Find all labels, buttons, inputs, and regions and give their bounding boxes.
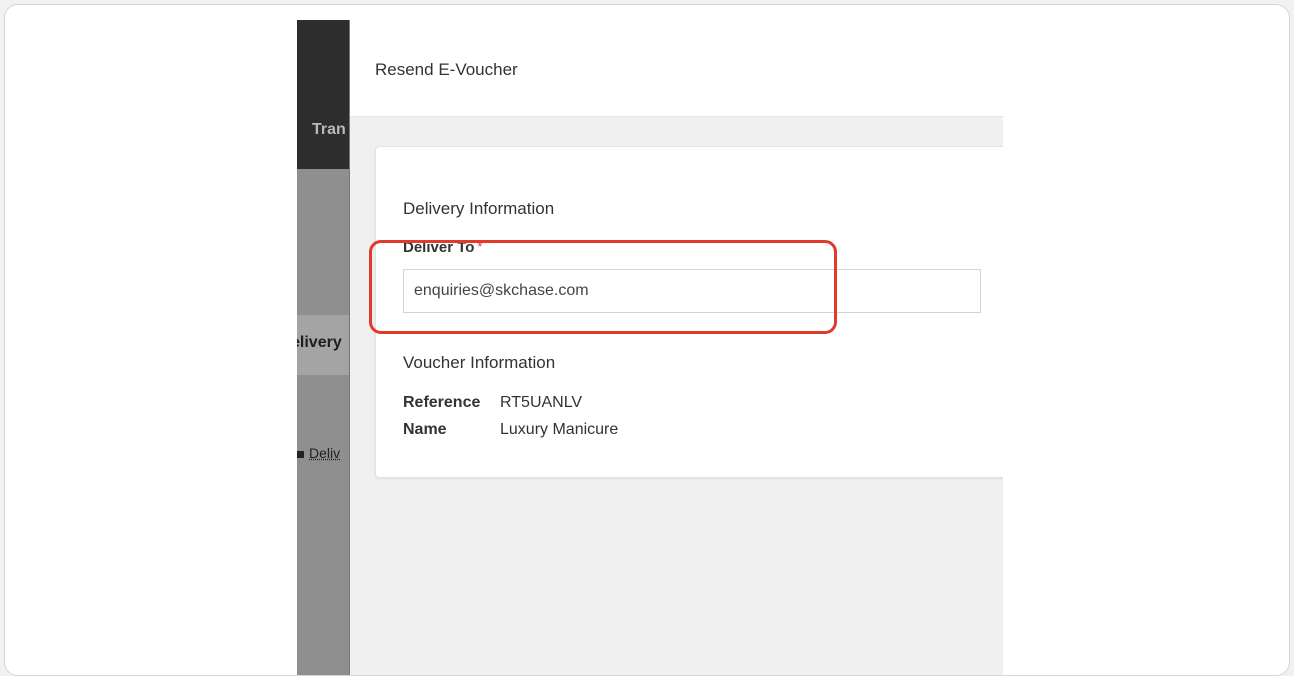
reference-label: Reference bbox=[403, 394, 481, 411]
deliver-to-email-input[interactable] bbox=[403, 269, 981, 313]
background-delivery-link: Deliv bbox=[297, 445, 340, 461]
background-topbar: Tran bbox=[297, 20, 349, 169]
required-marker: * bbox=[477, 239, 483, 254]
modal-title: Resend E-Voucher bbox=[375, 60, 518, 79]
name-value: Luxury Manicure bbox=[500, 421, 619, 438]
background-app: Tran elivery Deliv bbox=[297, 20, 349, 675]
background-nav-label: Tran bbox=[312, 121, 346, 138]
screenshot-frame: Tran elivery Deliv Resend E-Voucher Deli… bbox=[4, 4, 1290, 676]
modal-card: Delivery Information Deliver To* Voucher… bbox=[375, 146, 1003, 478]
checkbox-icon bbox=[297, 450, 304, 458]
deliver-to-label: Deliver To * bbox=[403, 239, 483, 256]
resend-evoucher-modal: Resend E-Voucher Delivery Information De… bbox=[349, 20, 1003, 675]
delivery-information-heading: Delivery Information bbox=[403, 199, 555, 218]
name-label: Name bbox=[403, 421, 447, 438]
voucher-reference-row: Reference RT5UANLV bbox=[403, 394, 582, 412]
voucher-information-heading: Voucher Information bbox=[403, 353, 556, 372]
background-row-label: elivery bbox=[297, 334, 342, 351]
modal-header: Resend E-Voucher bbox=[350, 20, 1003, 117]
background-list-row: elivery bbox=[297, 315, 349, 375]
app-viewport: Tran elivery Deliv Resend E-Voucher Deli… bbox=[297, 20, 1003, 675]
reference-value: RT5UANLV bbox=[500, 394, 583, 411]
voucher-name-row: Name Luxury Manicure bbox=[403, 421, 618, 439]
